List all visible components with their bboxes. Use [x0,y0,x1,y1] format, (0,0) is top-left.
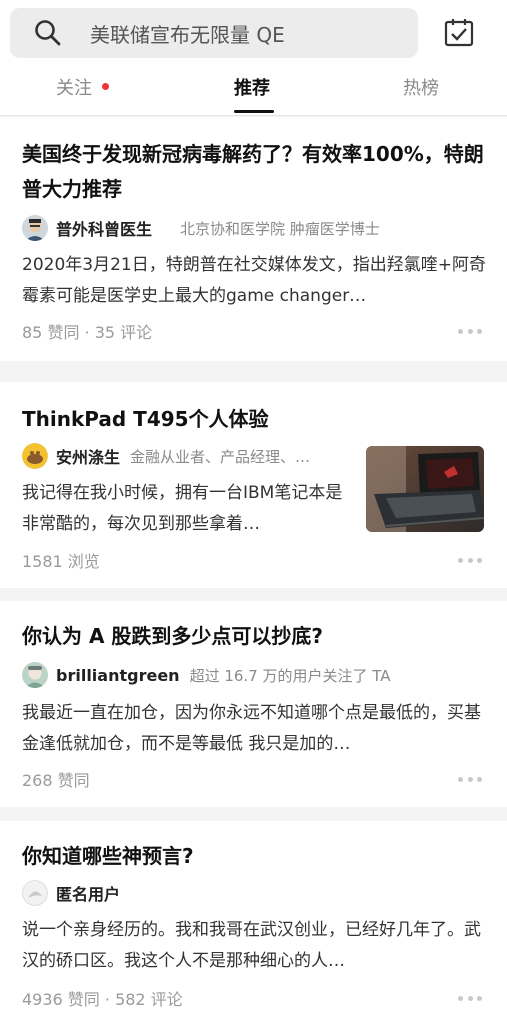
top-bar: 美联储宣布无限量 QE [0,0,507,62]
feed-card[interactable]: 你认为 A 股跌到多少点可以抄底? brilliantgreen 超过 16.7… [0,601,507,807]
author-name[interactable]: 安州涤生 [56,444,120,468]
card-excerpt[interactable]: 说一个亲身经历的。我和我哥在武汉创业，已经好几年了。武汉的硚口区。我这个人不是那… [22,915,484,977]
search-bar[interactable]: 美联储宣布无限量 QE [10,8,418,58]
card-title[interactable]: 美国终于发现新冠病毒解药了？有效率100%，特朗普大力推荐 [22,137,491,207]
tab-hot[interactable]: 热榜 [403,74,439,100]
author-name[interactable]: brilliantgreen [56,666,180,685]
card-meta: 4936 赞同 · 582 评论 [22,990,183,1009]
tab-follow[interactable]: 关注 [56,74,92,100]
author-row[interactable]: brilliantgreen 超过 16.7 万的用户关注了 TA [22,660,391,690]
card-meta: 85 赞同 · 35 评论 [22,323,153,342]
author-name[interactable]: 普外科曾医生 [56,216,152,240]
more-icon[interactable] [458,327,482,335]
feed-card[interactable]: ThinkPad T495个人体验 安州涤生 金融从业者、产品经理、… 我记得在… [0,382,507,588]
card-title[interactable]: ThinkPad T495个人体验 [22,402,491,437]
card-meta: 268 赞同 [22,771,90,790]
card-meta: 1581 浏览 [22,552,100,571]
avatar [22,215,48,241]
feed-card[interactable]: 美国终于发现新冠病毒解药了？有效率100%，特朗普大力推荐 普外科曾医生 北京协… [0,117,507,361]
author-row[interactable]: 匿名用户 [22,878,120,908]
card-title[interactable]: 你认为 A 股跌到多少点可以抄底? [22,619,491,654]
author-name[interactable]: 匿名用户 [56,881,120,905]
author-row[interactable]: 安州涤生 金融从业者、产品经理、… [22,441,358,471]
more-icon[interactable] [458,775,482,783]
tab-bar: 关注 推荐 热榜 [0,62,507,116]
anonymous-avatar [22,880,48,906]
more-icon[interactable] [458,994,482,1002]
tab-recommend[interactable]: 推荐 [234,74,270,100]
author-description: 超过 16.7 万的用户关注了 TA [189,666,391,685]
notification-dot [102,83,109,90]
feed-card[interactable]: 你知道哪些神预言? 匿名用户 说一个亲身经历的。我和我哥在武汉创业，已经好几年了… [0,821,507,1024]
more-icon[interactable] [458,556,482,564]
avatar [22,662,48,688]
search-icon [34,19,62,47]
active-tab-indicator [234,110,274,113]
laptop-thumbnail[interactable] [366,446,484,532]
checklist-icon[interactable] [443,16,475,48]
card-excerpt[interactable]: 我记得在我小时候，拥有一台IBM笔记本是非常酷的，每次见到那些拿着… [22,478,354,540]
card-excerpt[interactable]: 2020年3月21日，特朗普在社交媒体发文，指出羟氯喹+阿奇霉素可能是医学史上最… [22,250,490,312]
avatar [22,443,48,469]
card-excerpt[interactable]: 我最近一直在加仓，因为你永远不知道哪个点是最低的，买基金逢低就加仓，而不是等最低… [22,698,484,760]
card-title[interactable]: 你知道哪些神预言? [22,839,491,874]
author-description: 金融从业者、产品经理、… [130,447,311,466]
author-description: 北京协和医学院 肿瘤医学博士 [180,219,380,238]
author-row[interactable]: 普外科曾医生 北京协和医学院 肿瘤医学博士 [22,213,380,243]
search-placeholder: 美联储宣布无限量 QE [90,22,285,47]
